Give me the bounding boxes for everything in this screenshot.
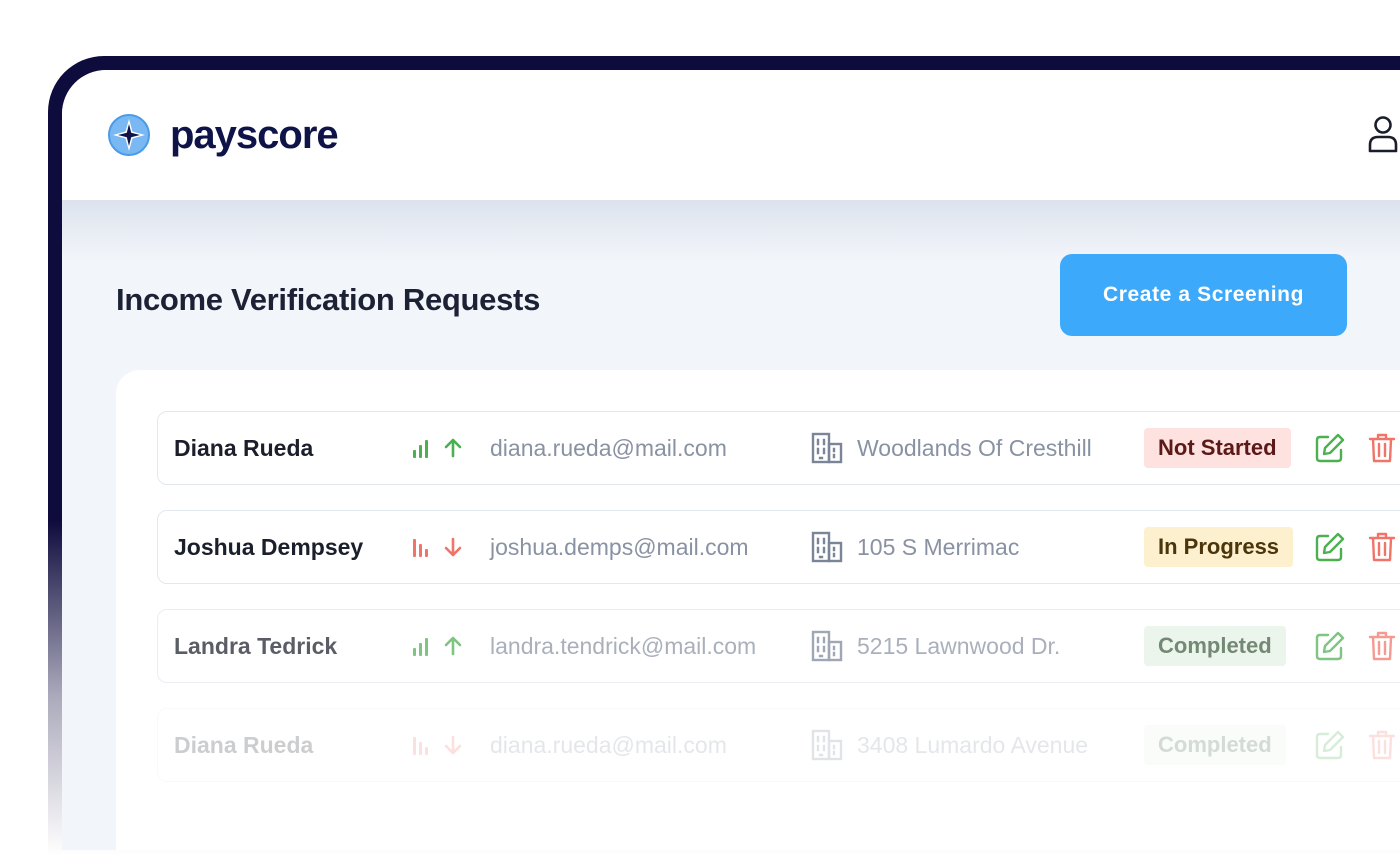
property-address: 3408 Lumardo Avenue — [857, 731, 1089, 758]
user-icon[interactable] — [1366, 114, 1400, 154]
status-badge-wrap: Completed — [1144, 610, 1286, 682]
request-row[interactable]: Diana Rueda diana.rueda@mail.com Woodlands… — [157, 411, 1400, 485]
edit-button[interactable] — [1314, 709, 1346, 781]
signal-down-icon — [413, 538, 428, 557]
edit-icon[interactable] — [1314, 630, 1346, 662]
trash-icon[interactable] — [1368, 729, 1396, 761]
requests-panel: Diana Rueda diana.rueda@mail.com Woodlands… — [116, 370, 1400, 850]
property-building — [811, 511, 843, 583]
status-badge: In Progress — [1144, 527, 1294, 567]
property-address: Woodlands Of Cresthill — [857, 434, 1092, 461]
brand-name: payscore — [170, 113, 339, 157]
arrow-up-icon — [444, 636, 462, 656]
trash-icon[interactable] — [1368, 630, 1396, 662]
status-badge: Not Started — [1144, 428, 1291, 468]
brand-logo[interactable]: payscore — [108, 113, 339, 157]
app-screen: payscore Income Verification Requests Cr… — [62, 70, 1400, 850]
trash-icon[interactable] — [1368, 432, 1396, 464]
applicant-email: diana.rueda@mail.com — [490, 731, 727, 758]
property-address: 5215 Lawnwood Dr. — [857, 632, 1061, 659]
delete-button[interactable] — [1368, 511, 1396, 583]
arrow-up-icon — [444, 438, 462, 458]
arrow-down-icon — [444, 735, 462, 755]
request-row[interactable]: Landra Tedrick landra.tendrick@mail.com 52… — [157, 609, 1400, 683]
top-bar-shadow — [62, 200, 1400, 260]
signal-down-icon — [413, 736, 428, 755]
delete-button[interactable] — [1368, 610, 1396, 682]
applicant-name[interactable]: Diana Rueda — [174, 412, 313, 484]
status-badge-wrap: In Progress — [1144, 511, 1294, 583]
arrow-down-icon — [444, 537, 462, 557]
request-row[interactable]: Diana Rueda diana.rueda@mail.com 3408 Luma… — [157, 708, 1400, 782]
income-trend-indicator — [412, 511, 463, 583]
applicant-email: diana.rueda@mail.com — [490, 434, 727, 461]
delete-button[interactable] — [1368, 709, 1396, 781]
status-badge-wrap: Completed — [1144, 709, 1286, 781]
building-icon — [811, 432, 843, 464]
applicant-name[interactable]: Joshua Dempsey — [174, 511, 363, 583]
building-icon — [811, 531, 843, 563]
delete-button[interactable] — [1368, 412, 1396, 484]
edit-icon[interactable] — [1314, 531, 1346, 563]
page-title: Income Verification Requests — [116, 282, 541, 317]
payscore-star-logo-icon — [108, 114, 150, 156]
status-badge-wrap: Not Started — [1144, 412, 1291, 484]
status-badge: Completed — [1144, 725, 1286, 765]
status-badge: Completed — [1144, 626, 1286, 666]
property-building — [811, 610, 843, 682]
edit-icon[interactable] — [1314, 729, 1346, 761]
signal-up-icon — [413, 637, 428, 656]
property-building — [811, 709, 843, 781]
trash-icon[interactable] — [1368, 531, 1396, 563]
income-trend-indicator — [412, 610, 463, 682]
property-building — [811, 412, 843, 484]
applicant-name[interactable]: Landra Tedrick — [174, 610, 337, 682]
edit-button[interactable] — [1314, 511, 1346, 583]
signal-up-icon — [413, 439, 428, 458]
edit-button[interactable] — [1314, 412, 1346, 484]
request-row[interactable]: Joshua Dempsey joshua.demps@mail.com 105 S… — [157, 510, 1400, 584]
applicant-email: landra.tendrick@mail.com — [490, 632, 757, 659]
building-icon — [811, 729, 843, 761]
building-icon — [811, 630, 843, 662]
applicant-name[interactable]: Diana Rueda — [174, 709, 313, 781]
applicant-email: joshua.demps@mail.com — [490, 533, 749, 560]
create-screening-button[interactable]: Create a Screening — [1060, 254, 1347, 336]
income-trend-indicator — [412, 412, 463, 484]
top-bar: payscore — [62, 70, 1400, 200]
edit-icon[interactable] — [1314, 432, 1346, 464]
income-trend-indicator — [412, 709, 463, 781]
property-address: 105 S Merrimac — [857, 533, 1020, 560]
edit-button[interactable] — [1314, 610, 1346, 682]
